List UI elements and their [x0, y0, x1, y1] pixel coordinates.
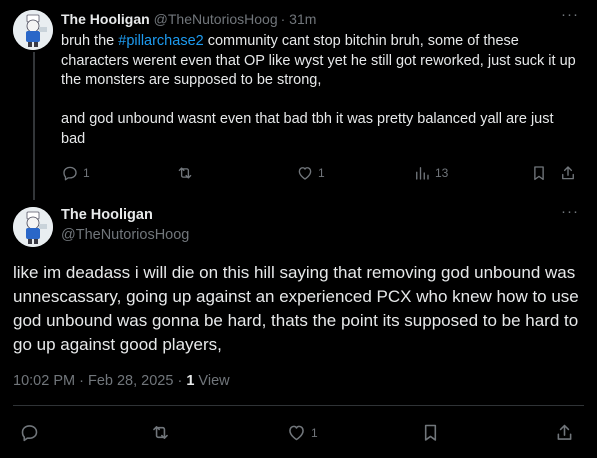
like-button[interactable]: 1 — [286, 422, 318, 443]
reply-count: 1 — [83, 166, 90, 180]
like-count: 1 — [318, 166, 325, 180]
views-icon — [416, 167, 429, 180]
views-button[interactable]: 13 — [413, 164, 448, 182]
retweet-icon — [178, 167, 192, 179]
share-icon — [557, 424, 572, 440]
meta-separator: · — [75, 373, 88, 389]
tweet-1[interactable]: The Hooligan @TheNutoriosHoog · 31m ··· … — [0, 0, 597, 200]
retweet-icon — [153, 426, 168, 439]
share-button[interactable] — [554, 422, 575, 443]
tweet-text-paragraph: and god unbound wasnt even that bad tbh … — [61, 111, 554, 147]
username[interactable]: @TheNutoriosHoog — [61, 227, 189, 243]
divider — [13, 405, 584, 406]
meta-separator: · — [173, 373, 187, 389]
bookmark-icon — [424, 424, 437, 441]
retweet-button[interactable] — [150, 422, 171, 443]
post-date[interactable]: Feb 28, 2025 — [88, 373, 173, 389]
tweet-text: like im deadass i will die on this hill … — [13, 263, 579, 354]
tweet-text-part: bruh the — [61, 33, 119, 49]
avatar[interactable] — [13, 207, 53, 247]
timestamp[interactable]: · 31m — [281, 11, 317, 27]
hashtag-link[interactable]: #pillarchase2 — [118, 33, 203, 49]
thread-line — [33, 52, 35, 200]
post-time[interactable]: 10:02 PM — [13, 373, 75, 389]
more-icon[interactable]: ··· — [559, 7, 581, 26]
share-button[interactable] — [559, 164, 577, 182]
like-count: 1 — [311, 425, 318, 440]
share-icon — [562, 166, 574, 180]
reply-button[interactable] — [19, 422, 40, 443]
views-count: 13 — [435, 166, 449, 180]
tweet-meta: 10:02 PM · Feb 28, 2025 · 1 View — [13, 373, 230, 389]
reply-icon — [21, 425, 38, 442]
tweet-header: The Hooligan @TheNutoriosHoog · 31m — [61, 10, 316, 28]
like-icon — [298, 167, 312, 180]
reply-button[interactable]: 1 — [61, 164, 90, 182]
like-icon — [289, 425, 304, 441]
bookmark-icon — [534, 166, 544, 181]
bookmark-button[interactable] — [530, 164, 548, 182]
bookmark-button[interactable] — [420, 422, 441, 443]
views-label: View — [194, 373, 230, 389]
more-icon[interactable]: ··· — [559, 204, 581, 223]
display-name[interactable]: The Hooligan — [61, 207, 153, 223]
retweet-button[interactable] — [176, 164, 194, 182]
display-name[interactable]: The Hooligan — [61, 11, 150, 27]
avatar[interactable] — [13, 10, 53, 50]
like-button[interactable]: 1 — [296, 164, 325, 182]
reply-icon — [63, 166, 77, 181]
tweet-text: bruh the #pillarchase2 community cant st… — [61, 32, 581, 149]
username[interactable]: @TheNutoriosHoog — [154, 11, 278, 27]
